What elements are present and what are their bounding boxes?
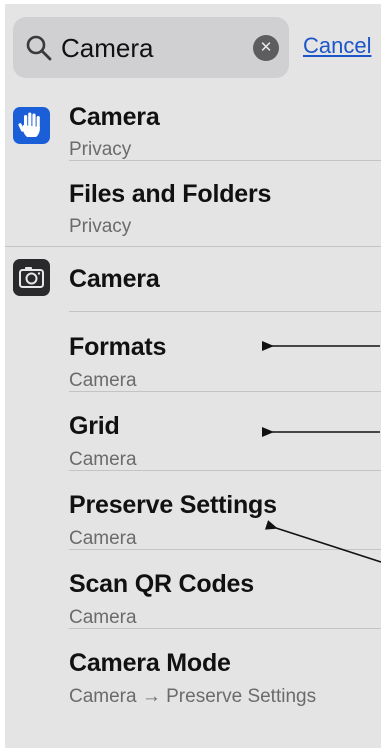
result-subtitle: Privacy bbox=[69, 216, 132, 237]
result-row-camera-mode[interactable]: Camera Mode Camera → Preserve Settings bbox=[0, 629, 383, 707]
result-title: Preserve Settings bbox=[69, 491, 277, 519]
search-icon bbox=[26, 35, 52, 61]
search-results-list: Camera Privacy Files and Folders Privacy… bbox=[0, 82, 383, 707]
result-title: Camera bbox=[69, 103, 160, 131]
result-title: Camera bbox=[69, 265, 160, 293]
clear-search-icon[interactable]: ✕ bbox=[253, 35, 279, 61]
result-row-formats[interactable]: Formats Camera bbox=[0, 312, 383, 392]
result-subtitle: Camera → Preserve Settings bbox=[69, 686, 317, 707]
privacy-hand-icon bbox=[13, 107, 50, 144]
result-title: Formats bbox=[69, 333, 167, 361]
result-title: Files and Folders bbox=[69, 180, 272, 208]
cancel-button[interactable]: Cancel bbox=[303, 32, 371, 60]
result-title: Scan QR Codes bbox=[69, 570, 254, 598]
section-divider bbox=[0, 246, 383, 247]
frame-border bbox=[0, 0, 5, 751]
result-subtitle: Camera bbox=[69, 528, 137, 549]
result-row-grid[interactable]: Grid Camera bbox=[0, 392, 383, 471]
result-row-files-and-folders[interactable]: Files and Folders Privacy bbox=[0, 160, 383, 247]
camera-app-icon bbox=[13, 259, 50, 296]
result-subtitle: Camera bbox=[69, 607, 137, 628]
result-row-preserve-settings[interactable]: Preserve Settings Camera bbox=[0, 471, 383, 550]
result-subtitle: Camera bbox=[69, 370, 137, 391]
result-subtitle: Camera bbox=[69, 449, 137, 470]
search-input[interactable]: Camera bbox=[61, 31, 153, 65]
settings-search-screen: Camera ✕ Cancel Camera Privacy Files and… bbox=[0, 0, 383, 751]
result-title: Grid bbox=[69, 412, 120, 440]
result-subtitle: Privacy bbox=[69, 139, 132, 160]
result-row-camera-privacy[interactable]: Camera Privacy bbox=[0, 82, 383, 161]
result-row-scan-qr-codes[interactable]: Scan QR Codes Camera bbox=[0, 550, 383, 629]
result-title: Camera Mode bbox=[69, 649, 231, 677]
search-field[interactable]: Camera ✕ bbox=[13, 17, 289, 78]
frame-border bbox=[0, 0, 383, 4]
